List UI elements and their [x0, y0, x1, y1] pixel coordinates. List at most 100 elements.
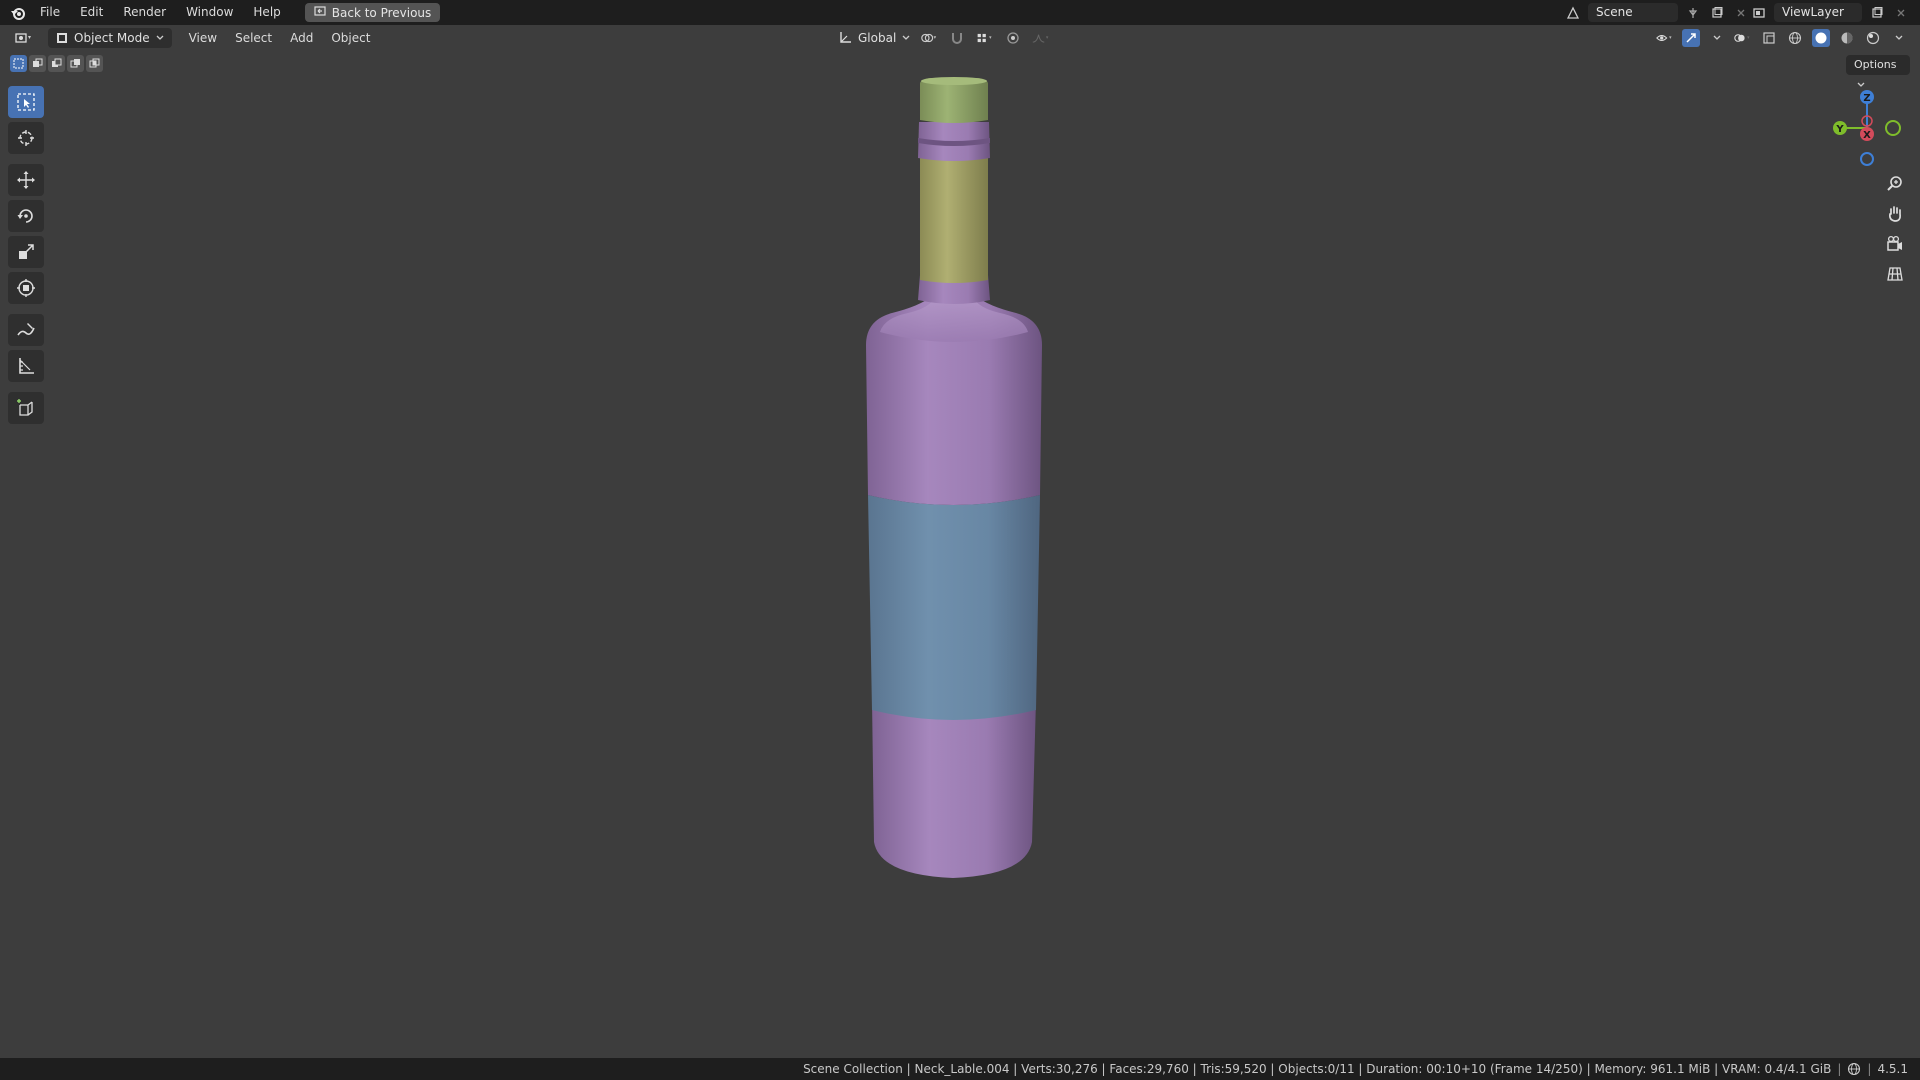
blender-logo-icon[interactable]	[6, 0, 30, 25]
transform-tool[interactable]	[8, 272, 44, 304]
bottle-body-lower	[872, 700, 1036, 878]
gizmo-y-label: Y	[1835, 124, 1844, 135]
select-extend-icon[interactable]	[29, 55, 46, 72]
orientation-icon	[840, 32, 851, 43]
bottle-label	[868, 495, 1040, 720]
top-menu-bar: File Edit Render Window Help Back to Pre…	[0, 0, 1920, 25]
view-layer-name-field[interactable]: ViewLayer	[1774, 3, 1862, 22]
shading-wireframe-icon[interactable]	[1786, 29, 1804, 47]
transform-icon	[17, 279, 35, 297]
menu-edit[interactable]: Edit	[70, 0, 113, 25]
gizmo-x-label: X	[1863, 130, 1871, 141]
pin-icon[interactable]	[1684, 4, 1702, 22]
navigation-buttons	[1880, 170, 1914, 290]
select-box-tool[interactable]	[8, 86, 44, 118]
editor-type-icon	[15, 33, 31, 43]
delete-scene-icon[interactable]	[1732, 4, 1750, 22]
rotate-icon	[17, 209, 33, 223]
back-to-previous-button[interactable]: Back to Previous	[304, 3, 441, 22]
cursor-tool[interactable]	[8, 122, 44, 154]
status-separator: |	[1837, 1062, 1842, 1076]
new-scene-icon[interactable]	[1708, 4, 1726, 22]
measure-tool[interactable]	[8, 350, 44, 382]
pan-hand-icon[interactable]	[1880, 200, 1910, 228]
visibility-icon[interactable]	[1656, 29, 1674, 47]
view-layer-selector: ViewLayer	[1750, 3, 1910, 22]
gizmo-dropdown-icon[interactable]	[1708, 29, 1726, 47]
zoom-icon[interactable]	[1880, 170, 1910, 198]
measure-icon	[19, 358, 34, 374]
transform-orientation-label: Global	[858, 31, 897, 45]
object-mode-icon	[57, 33, 67, 43]
status-bar: Scene Collection | Neck_Lable.004 | Vert…	[0, 1058, 1920, 1080]
move-icon	[17, 171, 35, 189]
snap-target-icon[interactable]	[976, 29, 994, 47]
menu-add[interactable]: Add	[281, 28, 322, 48]
tool-shelf	[8, 86, 48, 428]
menu-render[interactable]: Render	[113, 0, 176, 25]
proportional-editing-icon[interactable]	[1004, 29, 1022, 47]
cap-top	[921, 77, 987, 85]
scale-icon	[19, 244, 34, 259]
select-box-icon	[17, 93, 35, 111]
object-mode-dropdown[interactable]: Object Mode	[48, 28, 172, 48]
status-info: Scene Collection | Neck_Lable.004 | Vert…	[803, 1062, 1832, 1076]
menu-window[interactable]: Window	[176, 0, 243, 25]
select-invert-icon[interactable]	[67, 55, 84, 72]
gizmo-z-label: Z	[1863, 93, 1870, 104]
new-view-layer-icon[interactable]	[1868, 4, 1886, 22]
camera-view-icon[interactable]	[1880, 230, 1910, 258]
gizmo-neg-y-axis-icon[interactable]	[1885, 120, 1901, 136]
perspective-toggle-icon[interactable]	[1880, 260, 1910, 288]
menu-help[interactable]: Help	[243, 0, 290, 25]
menu-object[interactable]: Object	[322, 28, 379, 48]
transform-tools: Global	[838, 28, 1050, 48]
back-to-previous-label: Back to Previous	[331, 5, 432, 20]
shading-rendered-icon[interactable]	[1864, 29, 1882, 47]
annotate-tool[interactable]	[8, 314, 44, 346]
options-label: Options	[1854, 58, 1897, 71]
delete-view-layer-icon[interactable]	[1892, 4, 1910, 22]
shading-solid-icon[interactable]	[1812, 29, 1830, 47]
cursor-icon	[18, 130, 34, 146]
scene-icon[interactable]	[1564, 4, 1582, 22]
editor-type-button[interactable]	[6, 28, 42, 48]
gizmo-neg-z-axis-icon[interactable]	[1860, 152, 1874, 166]
scale-tool[interactable]	[8, 236, 44, 268]
scene-selector: Scene	[1564, 3, 1750, 22]
rotate-tool[interactable]	[8, 200, 44, 232]
falloff-icon[interactable]	[1032, 29, 1050, 47]
viewport-display-tools	[1656, 28, 1908, 48]
blender-version: 4.5.1	[1877, 1062, 1908, 1076]
bottle-model[interactable]	[820, 70, 1100, 890]
status-separator: |	[1867, 1062, 1872, 1076]
scene-name-field[interactable]: Scene	[1588, 3, 1678, 22]
add-cube-icon	[17, 399, 33, 416]
object-mode-label: Object Mode	[74, 31, 150, 45]
xray-icon[interactable]	[1760, 29, 1778, 47]
move-tool[interactable]	[8, 164, 44, 196]
pivot-point-icon[interactable]	[920, 29, 938, 47]
select-subtract-icon[interactable]	[48, 55, 65, 72]
transform-orientation-dropdown[interactable]: Global	[838, 31, 910, 45]
view-layer-icon[interactable]	[1750, 4, 1768, 22]
add-cube-tool[interactable]	[8, 392, 44, 424]
menu-select[interactable]: Select	[226, 28, 281, 48]
shading-dropdown-icon[interactable]	[1890, 29, 1908, 47]
select-new-icon[interactable]	[10, 55, 27, 72]
shading-material-icon[interactable]	[1838, 29, 1856, 47]
overlays-icon[interactable]	[1734, 29, 1752, 47]
selection-modes	[10, 55, 103, 72]
navigation-gizmo[interactable]: Z Y X	[1820, 88, 1910, 168]
annotate-icon	[17, 323, 35, 336]
select-intersect-icon[interactable]	[86, 55, 103, 72]
neck-label	[920, 155, 988, 283]
back-icon	[314, 5, 326, 20]
chevron-down-icon	[156, 35, 164, 40]
menu-file[interactable]: File	[30, 0, 70, 25]
options-dropdown[interactable]: Options	[1846, 55, 1910, 87]
snap-icon[interactable]	[948, 29, 966, 47]
network-icon[interactable]	[1847, 1062, 1861, 1076]
menu-view[interactable]: View	[180, 28, 226, 48]
gizmo-toggle-icon[interactable]	[1682, 29, 1700, 47]
